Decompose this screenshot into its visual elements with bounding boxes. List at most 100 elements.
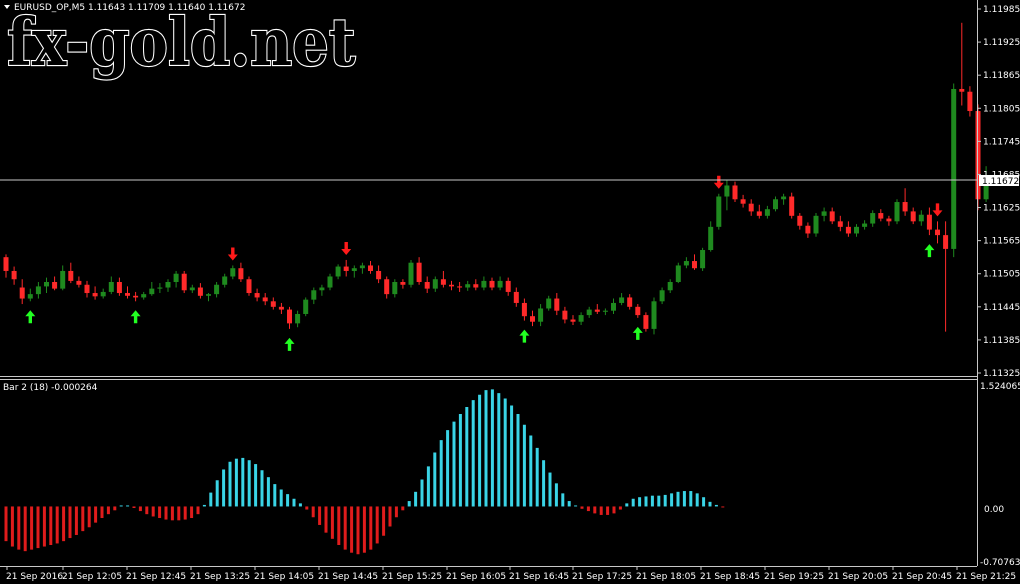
candle-body xyxy=(465,284,471,288)
price-axis-label: 1.11385 xyxy=(983,336,1020,346)
candle-body xyxy=(821,211,827,216)
time-axis-label: 21 Sep 21:25 xyxy=(956,572,1016,582)
time-axis-label: 21 Sep 16:45 xyxy=(509,572,569,582)
candle-body xyxy=(854,226,859,234)
candle-body xyxy=(878,213,884,219)
candle-body xyxy=(910,211,916,222)
candle-body xyxy=(837,221,843,227)
candle-body xyxy=(797,215,803,226)
candle-body xyxy=(756,211,762,216)
candle-body xyxy=(870,213,876,224)
candle-body xyxy=(667,282,673,291)
candle-body xyxy=(845,226,851,234)
candle-body xyxy=(35,286,41,295)
candle-body xyxy=(303,299,309,314)
symbol-info: EURUSD_OP,M5 1.11643 1.11709 1.11640 1.1… xyxy=(14,3,245,13)
candle-body xyxy=(562,310,568,320)
candle-body xyxy=(343,266,349,271)
candle-body xyxy=(68,270,74,281)
candle-body xyxy=(214,284,220,295)
candle-body xyxy=(959,88,965,92)
candle-body xyxy=(813,215,819,234)
candle-body xyxy=(611,302,616,311)
candle-body xyxy=(60,270,66,289)
time-axis-label: 21 Sep 19:25 xyxy=(764,572,824,582)
candle-body xyxy=(254,293,260,298)
candle xyxy=(651,297,657,335)
candle xyxy=(675,262,681,284)
candle-body xyxy=(586,309,592,316)
candle-body xyxy=(546,298,552,309)
candle-body xyxy=(449,284,454,287)
candle-body xyxy=(538,308,544,322)
candle-body xyxy=(692,261,697,269)
candle-body xyxy=(206,294,211,296)
time-axis-label: 21 Sep 16:05 xyxy=(446,572,506,582)
candle-body xyxy=(278,306,284,310)
candle-body xyxy=(100,291,106,297)
candle-body xyxy=(619,297,625,303)
candle-body xyxy=(270,301,276,307)
candle-body xyxy=(432,279,438,289)
candle-body xyxy=(3,257,9,271)
candle-body xyxy=(400,282,406,285)
time-axis-label: 21 Sep 13:25 xyxy=(190,572,250,582)
candle-body xyxy=(764,209,770,216)
candle-body xyxy=(943,235,949,249)
candle-body xyxy=(457,286,463,288)
candle-body xyxy=(230,268,236,277)
price-axis-label: 1.11325 xyxy=(983,369,1020,379)
candle-body xyxy=(108,282,114,292)
candle xyxy=(716,193,722,230)
candle-body xyxy=(149,288,155,295)
candle xyxy=(894,199,900,225)
candle xyxy=(643,312,649,332)
candle-body xyxy=(181,273,187,291)
candle-body xyxy=(740,199,746,204)
candle xyxy=(246,276,252,296)
symbol-header: EURUSD_OP,M5 1.11643 1.11709 1.11640 1.1… xyxy=(4,3,245,13)
candle xyxy=(951,83,957,258)
time-axis-label: 21 Sep 17:25 xyxy=(572,572,632,582)
indicator-axis-min: -0.707633 xyxy=(980,558,1020,568)
candle-body xyxy=(359,265,365,269)
time-axis-label: 21 Sep 14:05 xyxy=(254,572,314,582)
candle-body xyxy=(627,297,633,307)
candle-body xyxy=(570,319,576,322)
current-price-value: 1.11672 xyxy=(982,177,1019,187)
trading-chart[interactable]: fx-gold.net EURUSD_OP,M5 1.11643 1.11709… xyxy=(0,0,1020,584)
candle-body xyxy=(489,280,495,288)
candle-body xyxy=(351,268,357,271)
candle-body xyxy=(683,261,689,266)
candle-body xyxy=(805,225,811,234)
candle-body xyxy=(643,315,649,329)
current-price-tag: 1.11672 xyxy=(979,175,1019,187)
time-axis-label: 21 Sep 18:05 xyxy=(636,572,696,582)
candle-body xyxy=(52,282,58,289)
candle-body xyxy=(513,291,519,303)
candle-body xyxy=(133,295,139,298)
time-axis-label: 21 Sep 18:45 xyxy=(700,572,760,582)
indicator-axis-max: 1.524065 xyxy=(980,382,1020,392)
candle-body xyxy=(384,279,390,295)
price-axis-label: 1.11565 xyxy=(983,237,1020,247)
candle-body xyxy=(416,262,422,282)
candle-body xyxy=(789,196,795,216)
candle-body xyxy=(716,196,722,227)
candle-body xyxy=(27,294,33,299)
indicator-axis-zero: 0.00 xyxy=(984,505,1004,515)
candle xyxy=(813,213,819,237)
candle-body xyxy=(894,202,900,222)
candle xyxy=(408,259,414,288)
candle-body xyxy=(287,309,292,324)
candle-body xyxy=(651,301,657,329)
indicator-label: Bar 2 (18) -0.000264 xyxy=(3,383,98,393)
price-axis-label: 1.11505 xyxy=(983,270,1020,280)
candle xyxy=(303,297,309,317)
price-axis-label: 1.11985 xyxy=(983,5,1020,15)
candle-body xyxy=(505,280,511,292)
candle-body xyxy=(967,91,973,112)
watermark-logo: fx-gold.net xyxy=(7,3,356,80)
candle-body xyxy=(578,315,584,322)
time-axis-label: 21 Sep 20:45 xyxy=(892,572,952,582)
